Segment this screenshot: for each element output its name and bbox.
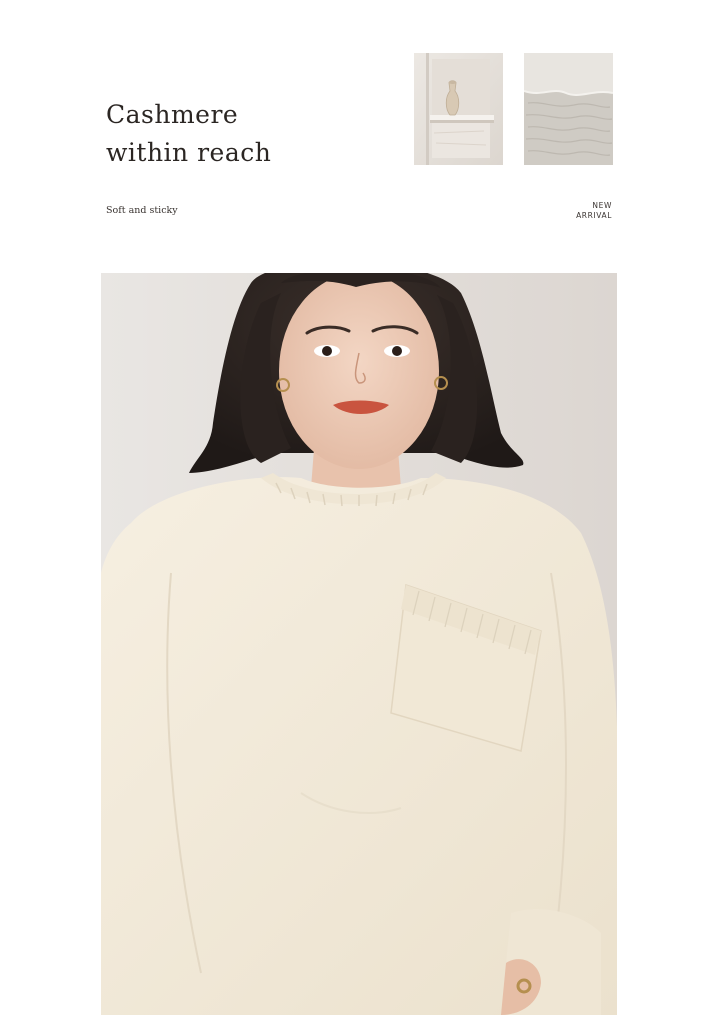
badge-line-1: NEW: [592, 201, 612, 210]
knit-texture-image: [524, 53, 613, 165]
headline: Cashmere within reach: [106, 96, 271, 172]
new-arrival-badge: NEW ARRIVAL: [576, 201, 612, 221]
tagline: Soft and sticky: [106, 205, 178, 216]
headline-line-2: within reach: [106, 138, 272, 167]
model-sweater-image: [101, 273, 617, 1015]
shelf-vase-image: [414, 53, 503, 165]
headline-line-1: Cashmere: [106, 100, 239, 129]
badge-line-2: ARRIVAL: [576, 211, 612, 220]
